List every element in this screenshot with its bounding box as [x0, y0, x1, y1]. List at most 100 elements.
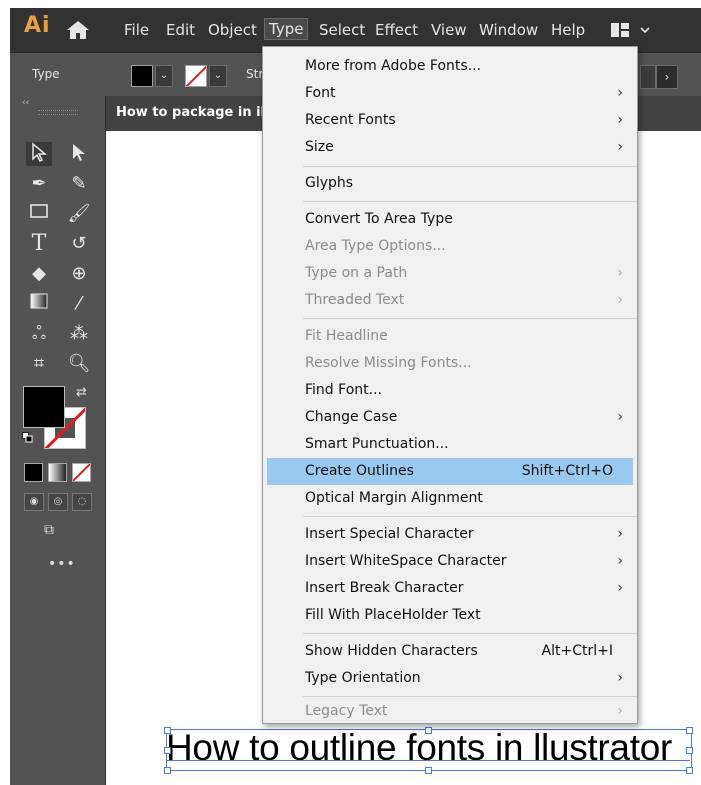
resize-handle[interactable]: [686, 767, 693, 774]
chevron-right-icon: ›: [617, 703, 623, 719]
menu-item-insert-special-character[interactable]: Insert Special Character ›: [263, 521, 637, 548]
menu-separator: [303, 318, 637, 319]
tools-panel: ‹‹ ✒ ✎ 🖌 T ↺ ◆ ⊕ ⁄ ஃ ⁂ ⌗ 🔍︎ ⇄ ◉ ◎ ◌ ⧉ ••…: [10, 96, 106, 785]
draw-normal-icon[interactable]: ◉: [24, 493, 44, 511]
rectangle-tool-icon[interactable]: [26, 202, 52, 226]
resize-handle[interactable]: [425, 727, 432, 734]
menu-item-recent-fonts[interactable]: Recent Fonts ›: [263, 107, 637, 134]
home-icon[interactable]: [66, 20, 90, 40]
headline-text[interactable]: How to outline fonts in llustrator: [166, 726, 672, 770]
draw-behind-icon[interactable]: ◎: [48, 493, 68, 511]
chevron-right-icon: ›: [617, 409, 623, 425]
illustrator-window: Ai File Edit Object Type Select Effect V…: [10, 8, 701, 785]
chevron-right-icon: ›: [617, 670, 623, 686]
menu-item-change-case[interactable]: Change Case ›: [263, 404, 637, 431]
menu-item-fit-headline: Fit Headline: [305, 328, 388, 344]
menu-item-fill-with-placeholder-text[interactable]: Fill With PlaceHolder Text: [263, 602, 637, 629]
app-logo: Ai: [24, 13, 51, 38]
menu-item-glyphs[interactable]: Glyphs: [263, 170, 637, 197]
menu-object[interactable]: Object: [208, 20, 257, 40]
menu-effect[interactable]: Effect: [375, 20, 418, 40]
chevron-right-icon: ›: [617, 553, 623, 569]
fill-color-box[interactable]: [23, 386, 65, 428]
selection-tool-icon[interactable]: [26, 142, 52, 166]
menu-item-optical-margin-alignment[interactable]: Optical Margin Alignment: [263, 485, 637, 512]
more-tools-icon[interactable]: •••: [48, 556, 76, 572]
menu-separator: [303, 516, 637, 517]
direct-selection-tool-icon[interactable]: [66, 142, 92, 166]
screen-mode-icon[interactable]: ⧉: [44, 522, 54, 538]
zoom-tool-icon[interactable]: 🔍︎: [66, 352, 92, 376]
paintbrush-tool-icon[interactable]: 🖌: [66, 202, 92, 226]
menu-type[interactable]: Type: [263, 18, 309, 40]
menu-item-size[interactable]: Size ›: [263, 134, 637, 161]
menu-help[interactable]: Help: [551, 20, 585, 40]
none-mode-icon[interactable]: [72, 463, 91, 482]
stroke-dropdown-chevron-icon[interactable]: ⌄: [209, 65, 227, 87]
fill-color-swatch[interactable]: [131, 65, 153, 87]
curvature-tool-icon[interactable]: ✎: [66, 172, 92, 196]
menu-item-smart-punctuation[interactable]: Smart Punctuation...: [263, 431, 637, 458]
menu-item-legacy-text: Legacy Text ›: [263, 700, 637, 723]
control-bar-field[interactable]: [640, 65, 656, 89]
resize-handle[interactable]: [164, 747, 171, 754]
chevron-right-icon: ›: [617, 526, 623, 542]
type-menu-dropdown: More from Adobe Fonts... Font › Recent Fo…: [262, 46, 638, 724]
draw-inside-icon[interactable]: ◌: [72, 493, 92, 511]
chevron-right-icon[interactable]: ›: [656, 65, 678, 89]
chevron-right-icon: ›: [617, 292, 623, 308]
collapse-panel-icon[interactable]: ‹‹: [22, 98, 29, 108]
free-transform-tool-icon[interactable]: ⊕: [66, 262, 92, 286]
menu-edit[interactable]: Edit: [166, 20, 195, 40]
menu-file[interactable]: File: [124, 20, 149, 40]
chevron-right-icon: ›: [617, 112, 623, 128]
menu-item-show-hidden-characters[interactable]: Show Hidden Characters Alt+Ctrl+I: [263, 638, 637, 665]
artboard-tool-icon[interactable]: ⌗: [26, 352, 52, 376]
resize-handle[interactable]: [164, 767, 171, 774]
menu-item-font[interactable]: Font ›: [263, 80, 637, 107]
menu-item-threaded-text: Threaded Text ›: [263, 287, 637, 314]
gradient-tool-icon[interactable]: [26, 292, 52, 316]
menu-separator: [303, 633, 637, 634]
default-fill-stroke-icon[interactable]: [22, 432, 33, 443]
workspace-switcher-icon[interactable]: [610, 21, 656, 39]
menu-item-type-orientation[interactable]: Type Orientation ›: [263, 665, 637, 692]
menu-item-find-font[interactable]: Find Font...: [263, 377, 637, 404]
fill-dropdown-chevron-icon[interactable]: ⌄: [155, 65, 173, 87]
blend-tool-icon[interactable]: ஃ: [26, 322, 52, 346]
menu-item-resolve-missing-fonts: Resolve Missing Fonts...: [305, 355, 472, 371]
chevron-right-icon: ›: [617, 265, 623, 281]
chevron-right-icon: ›: [617, 580, 623, 596]
menu-item-more-from-adobe-fonts[interactable]: More from Adobe Fonts...: [263, 53, 637, 80]
pen-tool-icon[interactable]: ✒: [26, 172, 52, 196]
chevron-right-icon: ›: [617, 85, 623, 101]
menu-shortcut: Alt+Ctrl+I: [541, 643, 613, 659]
type-tool-icon[interactable]: T: [26, 232, 52, 256]
rotate-tool-icon[interactable]: ↺: [66, 232, 92, 256]
color-mode-icon[interactable]: [24, 463, 43, 482]
selection-type-label: Type: [32, 67, 60, 81]
panel-grip[interactable]: [38, 110, 78, 115]
resize-handle[interactable]: [686, 727, 693, 734]
menu-separator: [303, 166, 637, 167]
menu-window[interactable]: Window: [479, 20, 538, 40]
resize-handle[interactable]: [425, 767, 432, 774]
symbol-sprayer-tool-icon[interactable]: ⁂: [66, 322, 92, 346]
resize-handle[interactable]: [164, 727, 171, 734]
resize-handle[interactable]: [686, 747, 693, 754]
eyedropper-tool-icon[interactable]: ⁄: [66, 292, 92, 316]
stroke-label[interactable]: Str: [246, 67, 263, 81]
eraser-tool-icon[interactable]: ◆: [26, 262, 52, 286]
menu-item-insert-whitespace-character[interactable]: Insert WhiteSpace Character ›: [263, 548, 637, 575]
menu-item-insert-break-character[interactable]: Insert Break Character ›: [263, 575, 637, 602]
menu-separator: [303, 201, 637, 202]
menu-item-area-type-options: Area Type Options...: [305, 238, 446, 254]
menu-view[interactable]: View: [431, 20, 467, 40]
menu-item-create-outlines[interactable]: Create Outlines Shift+Ctrl+O: [267, 458, 633, 485]
gradient-mode-icon[interactable]: [48, 463, 67, 482]
stroke-color-swatch[interactable]: [185, 65, 207, 87]
menu-select[interactable]: Select: [319, 20, 365, 40]
menu-item-convert-to-area-type[interactable]: Convert To Area Type: [263, 206, 637, 233]
swap-fill-stroke-icon[interactable]: ⇄: [76, 385, 87, 400]
chevron-right-icon: ›: [617, 139, 623, 155]
